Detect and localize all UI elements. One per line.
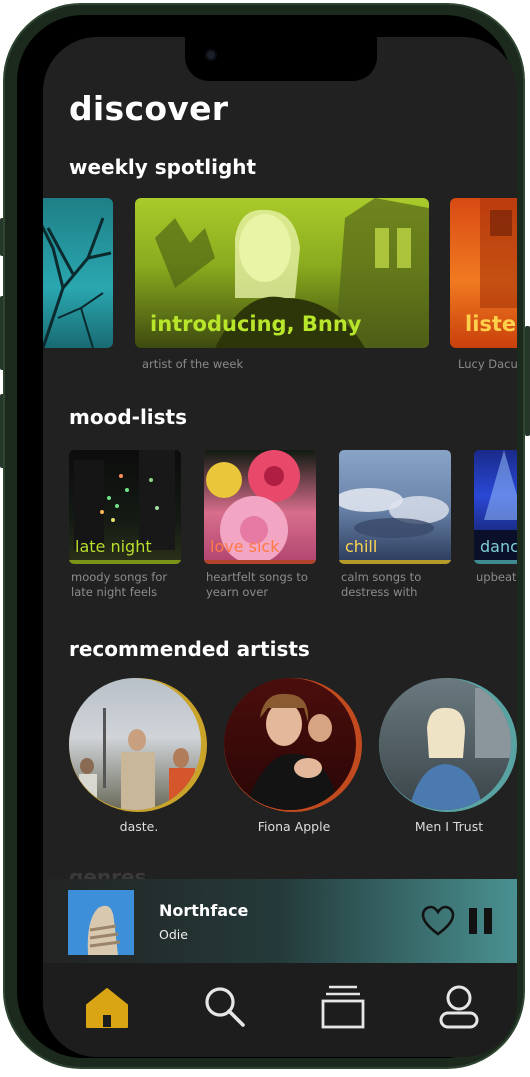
mood-underline [339, 560, 451, 564]
spotlight-card-next[interactable]: listen [450, 198, 517, 348]
artist-card-men-i-trust[interactable] [379, 678, 517, 812]
album-cover [68, 890, 134, 955]
phone-bezel: discover weekly spotlight introducing, B… [17, 15, 517, 1058]
artist-photo [69, 678, 201, 810]
tree-branches-image [43, 217, 112, 348]
app-screen: discover weekly spotlight introducing, B… [43, 37, 517, 1057]
artist-card-fiona-apple[interactable] [224, 678, 364, 812]
profile-icon[interactable] [435, 983, 483, 1031]
home-icon[interactable] [83, 983, 131, 1031]
mood-label: love sick [210, 537, 280, 556]
spotlight-caption-next: Lucy Dacus [458, 357, 517, 371]
mood-description: calm songs to destress with [341, 570, 422, 599]
spotlight-card-bnny[interactable]: introducing, Bnny [135, 198, 429, 348]
track-title: Northface [159, 901, 249, 920]
section-title-artists: recommended artists [69, 637, 310, 661]
artist-name: Men I Trust [414, 819, 484, 834]
spotlight-card-previous[interactable] [43, 198, 113, 348]
artist-photo [379, 678, 511, 810]
camera-icon [207, 51, 215, 59]
mood-card-love-sick[interactable]: love sick [204, 450, 316, 564]
mood-card-chill[interactable]: chill [339, 450, 451, 564]
section-title-spotlight: weekly spotlight [69, 155, 257, 179]
phone-frame: discover weekly spotlight introducing, B… [3, 3, 525, 1069]
now-playing-bar[interactable]: Northface Odie [43, 879, 517, 963]
mood-underline [474, 560, 517, 564]
bottom-nav [43, 963, 517, 1057]
mood-description: heartfelt songs to yearn over [206, 570, 308, 599]
artist-card-daste[interactable] [69, 678, 209, 812]
spotlight-label: introducing, Bnny [150, 312, 362, 336]
library-icon[interactable] [319, 983, 367, 1031]
spotlight-caption: artist of the week [142, 357, 244, 371]
search-icon[interactable] [201, 983, 249, 1031]
section-title-moods: mood-lists [69, 405, 188, 429]
mood-description: moody songs for late night feels [71, 570, 168, 599]
mood-description: upbeat songs to groove to [476, 570, 516, 584]
mood-card-dance[interactable]: dance [474, 450, 517, 564]
page-title: discover [69, 89, 229, 128]
phone-notch [185, 37, 377, 81]
mood-label: chill [345, 537, 378, 556]
mood-card-late-night[interactable]: late night [69, 450, 181, 564]
mood-underline [204, 560, 316, 564]
artist-name: Fiona Apple [257, 819, 331, 834]
artist-photo [224, 678, 356, 810]
mood-underline [69, 560, 181, 564]
heart-icon[interactable] [421, 905, 455, 937]
power-button [525, 326, 530, 436]
artist-name: daste. [119, 819, 159, 834]
mood-label: dance [480, 537, 517, 556]
pause-icon[interactable] [467, 906, 495, 936]
track-artist: Odie [159, 927, 188, 942]
mood-label: late night [75, 537, 152, 556]
spotlight-label-next: listen [465, 312, 517, 336]
